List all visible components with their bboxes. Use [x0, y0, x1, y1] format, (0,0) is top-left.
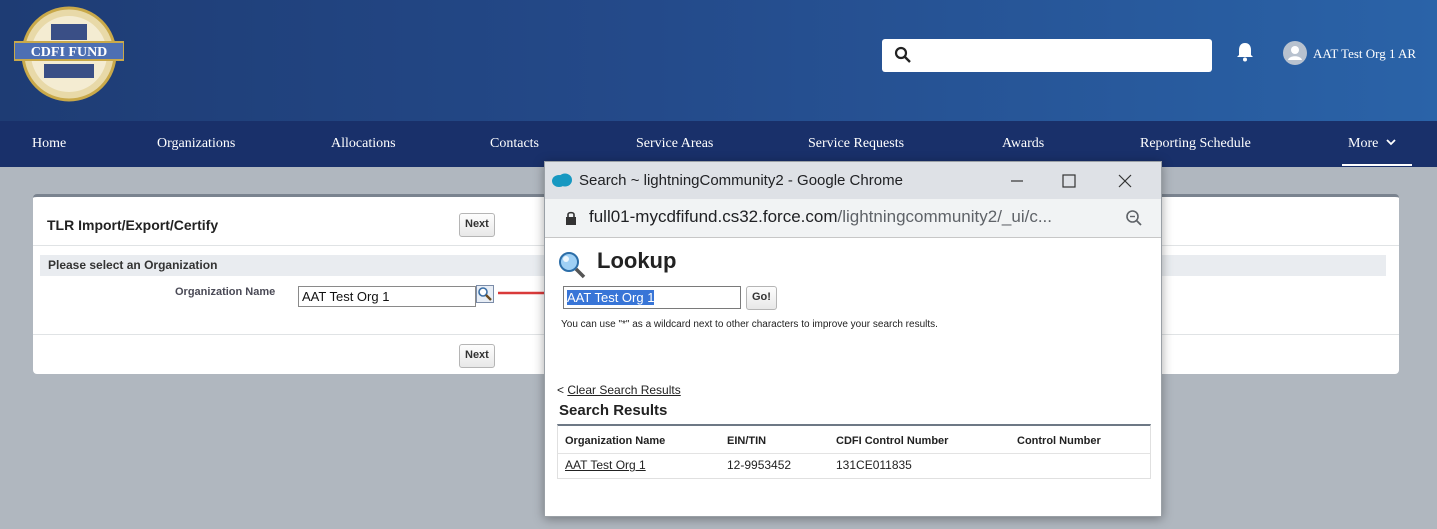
- result-organization-link[interactable]: AAT Test Org 1: [565, 458, 646, 472]
- table-divider: [558, 453, 1150, 454]
- lookup-title: Lookup: [597, 248, 677, 273]
- result-cdfi-control-number: 131CE011835: [836, 458, 912, 472]
- organization-name-label: Organization Name: [175, 286, 276, 298]
- lookup-popup-window: Search ~ lightningCommunity2 - Google Ch…: [544, 161, 1162, 517]
- minimize-icon[interactable]: [997, 169, 1037, 193]
- user-icon: [1288, 46, 1302, 60]
- nav-service-requests[interactable]: Service Requests: [808, 136, 904, 152]
- section-title: Please select an Organization: [48, 258, 218, 272]
- nav-more-label: More: [1348, 136, 1379, 151]
- nav-reporting-schedule[interactable]: Reporting Schedule: [1140, 136, 1251, 152]
- search-results-title: Search Results: [559, 402, 668, 419]
- nav-more[interactable]: More: [1348, 136, 1396, 152]
- nav-active-indicator: [1342, 164, 1412, 166]
- window-titlebar[interactable]: Search ~ lightningCommunity2 - Google Ch…: [545, 162, 1161, 199]
- close-icon[interactable]: [1105, 169, 1145, 193]
- cdfi-fund-logo[interactable]: CDFI FUND: [14, 6, 124, 102]
- lookup-magnifier-icon[interactable]: [476, 285, 494, 303]
- url-host: full01-mycdfifund.cs32.force.com: [589, 207, 838, 226]
- search-results-table: Organization Name EIN/TIN CDFI Control N…: [557, 424, 1151, 479]
- salesforce-cloud-icon: [552, 173, 572, 187]
- next-button-top[interactable]: Next: [459, 213, 495, 237]
- lookup-search-value: AAT Test Org 1: [567, 290, 655, 305]
- page-title: TLR Import/Export/Certify: [47, 217, 219, 233]
- nav-allocations[interactable]: Allocations: [331, 136, 396, 152]
- column-header-organization-name: Organization Name: [565, 435, 666, 447]
- nav-service-areas[interactable]: Service Areas: [636, 136, 713, 152]
- nav-organizations[interactable]: Organizations: [157, 136, 235, 152]
- go-button[interactable]: Go!: [746, 286, 777, 310]
- nav-contacts[interactable]: Contacts: [490, 136, 539, 152]
- zoom-icon[interactable]: [1125, 209, 1143, 227]
- search-icon: [894, 46, 911, 63]
- column-header-control-number: Control Number: [1017, 435, 1101, 447]
- site-header: CDFI FUND AAT Test Org 1 AR: [0, 0, 1437, 121]
- address-bar[interactable]: full01-mycdfifund.cs32.force.com/lightni…: [545, 199, 1161, 238]
- column-header-ein-tin: EIN/TIN: [727, 435, 767, 447]
- chevron-down-icon: [1386, 139, 1396, 146]
- wildcard-hint: You can use "*" as a wildcard next to ot…: [561, 319, 938, 330]
- column-header-cdfi-control-number: CDFI Control Number: [836, 435, 949, 447]
- user-name[interactable]: AAT Test Org 1 AR: [1313, 46, 1416, 62]
- result-ein-tin: 12-9953452: [727, 458, 792, 472]
- nav-home[interactable]: Home: [32, 136, 66, 152]
- next-button-bottom[interactable]: Next: [459, 344, 495, 368]
- logo-text: CDFI FUND: [31, 45, 108, 60]
- lookup-search-input[interactable]: AAT Test Org 1: [563, 286, 741, 309]
- url-text[interactable]: full01-mycdfifund.cs32.force.com/lightni…: [589, 207, 1052, 227]
- nav-awards[interactable]: Awards: [1002, 136, 1044, 152]
- maximize-icon[interactable]: [1049, 169, 1089, 193]
- clear-search-results[interactable]: < Clear Search Results: [557, 383, 681, 397]
- window-title: Search ~ lightningCommunity2 - Google Ch…: [579, 172, 903, 189]
- clear-prefix: <: [557, 383, 568, 397]
- notifications-bell-icon[interactable]: [1236, 42, 1254, 62]
- url-path: /lightningcommunity2/_ui/c...: [837, 207, 1053, 226]
- global-search[interactable]: [882, 39, 1212, 72]
- organization-name-input[interactable]: AAT Test Org 1: [298, 286, 476, 307]
- global-search-input[interactable]: [922, 43, 1206, 69]
- clear-search-results-link[interactable]: Clear Search Results: [567, 383, 680, 397]
- lock-icon: [566, 211, 576, 225]
- user-avatar[interactable]: [1283, 41, 1307, 65]
- lookup-search-icon: [559, 252, 586, 279]
